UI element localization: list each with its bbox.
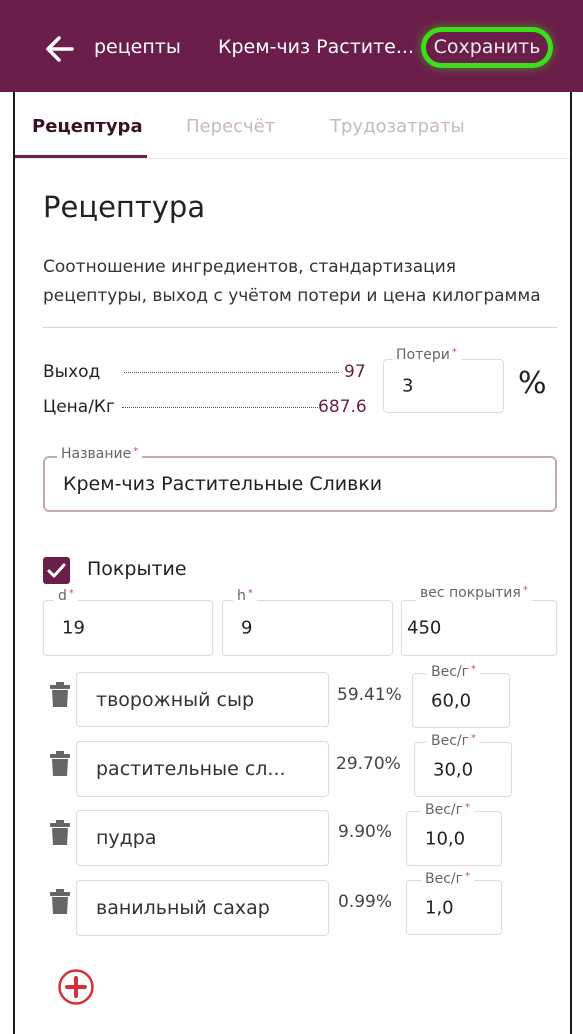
name-input[interactable]: Крем-чиз Растительные Сливки [63,473,382,495]
losses-label: Потери [396,347,450,363]
trash-icon[interactable] [49,682,71,708]
add-circle-icon[interactable] [57,968,95,1006]
tab-recalc[interactable]: Пересчёт [186,116,275,137]
ingredient-weight-label: Вес/г [431,664,469,680]
ingredient-name[interactable]: ванильный сахар [96,897,270,919]
price-value: 687.6 [318,397,367,417]
coating-h-field[interactable]: h * 9 [222,588,393,656]
yield-value: 97 [344,362,366,382]
arrow-back-icon[interactable] [44,34,76,64]
ingredient-weight-field[interactable]: Вес/г * 10,0 [406,802,502,866]
section-description: Соотношение ингредиентов, стандартизация… [43,257,541,306]
trash-icon[interactable] [49,751,71,777]
coating-h-input[interactable]: 9 [241,618,252,639]
yield-leader [124,372,339,373]
coating-h-label: h [237,588,246,604]
losses-field[interactable]: Потери * 3 [383,347,504,413]
ingredient-percent: 0.99% [338,892,393,912]
ingredient-weight-label: Вес/г [425,871,463,887]
ingredient-name-field[interactable]: ванильный сахар [76,880,329,936]
checkbox-checked-icon [47,563,66,578]
ingredient-weight-input[interactable]: 10,0 [425,828,465,849]
yield-label: Выход [43,362,101,382]
ingredient-percent: 29.70% [336,754,401,774]
frame-border-right [570,92,572,1034]
ingredient-name-field[interactable]: творожный сыр [76,672,329,727]
tab-recipe[interactable]: Рецептура [32,116,143,137]
coating-checkbox[interactable] [43,557,70,584]
ingredient-weight-input[interactable]: 1,0 [425,897,454,918]
tab-divider [15,158,570,159]
ingredient-name[interactable]: творожный сыр [96,689,254,711]
ingredient-weight-input[interactable]: 30,0 [433,759,473,780]
app-bar: рецепты Крем-чиз Растите... Сохранить [0,0,583,92]
coating-weight-label: вес покрытия [420,585,521,601]
ingredient-weight-input[interactable]: 60,0 [431,690,471,711]
name-label: Название [61,446,132,462]
coating-weight-input[interactable]: 450 [407,618,441,639]
page-title: Крем-чиз Растите... [218,36,414,58]
ingredient-name[interactable]: пудра [96,827,157,849]
ingredient-weight-field[interactable]: Вес/г * 1,0 [406,871,502,935]
divider [43,327,557,328]
trash-icon[interactable] [49,889,71,915]
price-leader [122,407,318,408]
coating-label: Покрытие [87,558,187,580]
coating-d-field[interactable]: d * 19 [43,588,213,656]
losses-input[interactable]: 3 [402,376,413,397]
ingredient-weight-field[interactable]: Вес/г * 60,0 [412,664,510,728]
ingredient-percent: 9.90% [338,822,393,842]
ingredient-name-field[interactable]: растительные сл... [76,741,329,797]
tab-labor[interactable]: Трудозатраты [330,116,465,137]
save-button[interactable]: Сохранить [421,27,553,68]
ingredient-weight-label: Вес/г [425,802,463,818]
coating-weight-field[interactable]: вес покрытия * 450 [401,585,557,656]
ingredient-name[interactable]: растительные сл... [96,758,286,780]
coating-d-input[interactable]: 19 [62,618,85,639]
ingredient-name-field[interactable]: пудра [76,810,329,866]
coating-d-label: d [58,588,67,604]
ingredient-weight-label: Вес/г [431,733,469,749]
losses-unit: % [518,366,547,401]
back-label[interactable]: рецепты [94,36,181,58]
ingredient-percent: 59.41% [337,685,402,705]
trash-icon[interactable] [49,820,71,846]
price-label: Цена/Кг [43,397,115,417]
name-field[interactable]: Название * Крем-чиз Растительные Сливки [43,446,557,512]
section-title: Рецептура [43,190,206,224]
frame-border-left [13,92,15,1034]
ingredient-weight-field[interactable]: Вес/г * 30,0 [414,733,512,797]
